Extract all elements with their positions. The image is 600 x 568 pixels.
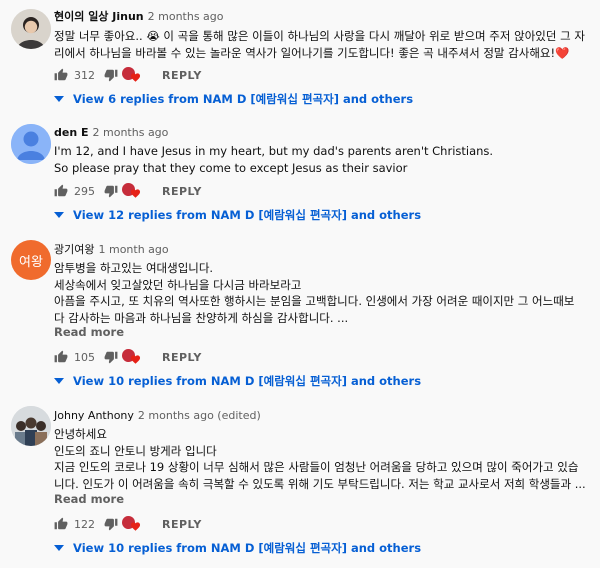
creator-heart-icon bbox=[122, 183, 144, 199]
avatar[interactable] bbox=[11, 9, 51, 49]
comment-line: 안녕하세요 bbox=[54, 427, 107, 441]
creator-heart-icon bbox=[122, 67, 144, 83]
avatar[interactable]: 여왕 bbox=[11, 240, 51, 280]
thumbs-down-icon[interactable] bbox=[104, 350, 118, 364]
author-name[interactable]: 광기여왕 bbox=[54, 243, 94, 256]
comment-actions: 295 REPLY bbox=[54, 182, 202, 200]
view-replies-button[interactable]: View 10 replies from NAM D [예람워십 편곡자] an… bbox=[54, 540, 421, 556]
comment-header: den E 2 months ago bbox=[54, 126, 168, 140]
comment-text: 암투병을 하고있는 여대생입니다. 세상속에서 잊고살았던 하나님을 다시금 바… bbox=[54, 260, 590, 326]
like-count: 295 bbox=[74, 184, 95, 198]
comment-line: So please pray that they come to except … bbox=[54, 160, 408, 175]
comment-line: 정말 너무 좋아요.. 😭 이 곡을 통해 많은 이들이 하나님의 사랑을 다시… bbox=[54, 29, 585, 43]
like-count: 105 bbox=[74, 350, 95, 364]
read-more-button[interactable]: Read more bbox=[54, 492, 124, 506]
comment-line: 인도의 죠니 안토니 방게라 입니다 bbox=[54, 443, 217, 458]
comment-line: I'm 12, and I have Jesus in my heart, bu… bbox=[54, 144, 494, 158]
thumbs-up-icon[interactable] bbox=[54, 184, 68, 198]
comment-header: 광기여왕 1 month ago bbox=[54, 243, 169, 257]
creator-heart-icon bbox=[122, 349, 144, 365]
avatar[interactable] bbox=[11, 124, 51, 164]
thumbs-down-icon[interactable] bbox=[104, 184, 118, 198]
comment-time[interactable]: 2 months ago bbox=[93, 126, 169, 139]
view-replies-label: View 10 replies from NAM D [예람워십 편곡자] an… bbox=[73, 374, 422, 388]
chevron-down-icon bbox=[54, 545, 64, 551]
comment-line: 니다. 인도가 이 어려움을 속히 극복할 수 있도록 위해 기도 부탁드립니다… bbox=[54, 476, 586, 491]
comment-header: Johny Anthony 2 months ago (edited) bbox=[54, 409, 261, 423]
comment-line: 세상속에서 잊고살았던 하나님을 다시금 바라보라고 bbox=[54, 277, 302, 292]
read-more-button[interactable]: Read more bbox=[54, 325, 124, 339]
reply-button[interactable]: REPLY bbox=[162, 518, 202, 531]
avatar[interactable] bbox=[11, 406, 51, 446]
reply-button[interactable]: REPLY bbox=[162, 69, 202, 82]
avatar-initials: 여왕 bbox=[19, 254, 43, 270]
comment-text: 안녕하세요 인도의 죠니 안토니 방게라 입니다 지금 인도의 코로나 19 상… bbox=[54, 426, 590, 492]
comment-line: 리에서 하나님을 바라볼 수 있는 놀라운 역사가 일어나기를 기도합니다! 좋… bbox=[54, 45, 570, 60]
comment-time[interactable]: 2 months ago (edited) bbox=[138, 409, 261, 422]
view-replies-button[interactable]: View 10 replies from NAM D [예람워십 편곡자] an… bbox=[54, 373, 421, 389]
comment-actions: 312 REPLY bbox=[54, 66, 202, 84]
thumbs-up-icon[interactable] bbox=[54, 68, 68, 82]
view-replies-button[interactable]: View 6 replies from NAM D [예람워십 편곡자] and… bbox=[54, 91, 413, 107]
reply-button[interactable]: REPLY bbox=[162, 185, 202, 198]
like-count: 122 bbox=[74, 517, 95, 531]
view-replies-label: View 12 replies from NAM D [예람워십 편곡자] an… bbox=[73, 208, 422, 222]
author-name[interactable]: 현이의 일상 Jinun bbox=[54, 10, 144, 23]
creator-heart-icon bbox=[122, 516, 144, 532]
comment-actions: 105 REPLY bbox=[54, 348, 202, 366]
chevron-down-icon bbox=[54, 96, 64, 102]
comment-line: 다 감사하는 마음과 하나님을 찬양하게 하심을 감사합니다. ... bbox=[54, 310, 349, 325]
view-replies-button[interactable]: View 12 replies from NAM D [예람워십 편곡자] an… bbox=[54, 207, 421, 223]
chevron-down-icon bbox=[54, 378, 64, 384]
view-replies-label: View 10 replies from NAM D [예람워십 편곡자] an… bbox=[73, 541, 422, 555]
comment-actions: 122 REPLY bbox=[54, 515, 202, 533]
like-count: 312 bbox=[74, 68, 95, 82]
comment-text: 정말 너무 좋아요.. 😭 이 곡을 통해 많은 이들이 하나님의 사랑을 다시… bbox=[54, 28, 590, 61]
thumbs-up-icon[interactable] bbox=[54, 517, 68, 531]
reply-button[interactable]: REPLY bbox=[162, 351, 202, 364]
comment-line: 지금 인도의 코로나 19 상황이 너무 심해서 많은 사람들이 엄청난 어려움… bbox=[54, 460, 579, 474]
author-name[interactable]: den E bbox=[54, 126, 89, 139]
comment-text: I'm 12, and I have Jesus in my heart, bu… bbox=[54, 143, 590, 176]
comment-time[interactable]: 1 month ago bbox=[98, 243, 168, 256]
comment-line: 아픔을 주시고, 또 치유의 역사또한 행하시는 분임을 고백합니다. 인생에서… bbox=[54, 294, 575, 308]
comment-time[interactable]: 2 months ago bbox=[148, 10, 224, 23]
view-replies-label: View 6 replies from NAM D [예람워십 편곡자] and… bbox=[73, 92, 414, 106]
thumbs-up-icon[interactable] bbox=[54, 350, 68, 364]
comment-header: 현이의 일상 Jinun 2 months ago bbox=[54, 10, 224, 24]
author-name[interactable]: Johny Anthony bbox=[54, 409, 134, 422]
thumbs-down-icon[interactable] bbox=[104, 517, 118, 531]
comment-line: 암투병을 하고있는 여대생입니다. bbox=[54, 261, 214, 275]
chevron-down-icon bbox=[54, 212, 64, 218]
thumbs-down-icon[interactable] bbox=[104, 68, 118, 82]
